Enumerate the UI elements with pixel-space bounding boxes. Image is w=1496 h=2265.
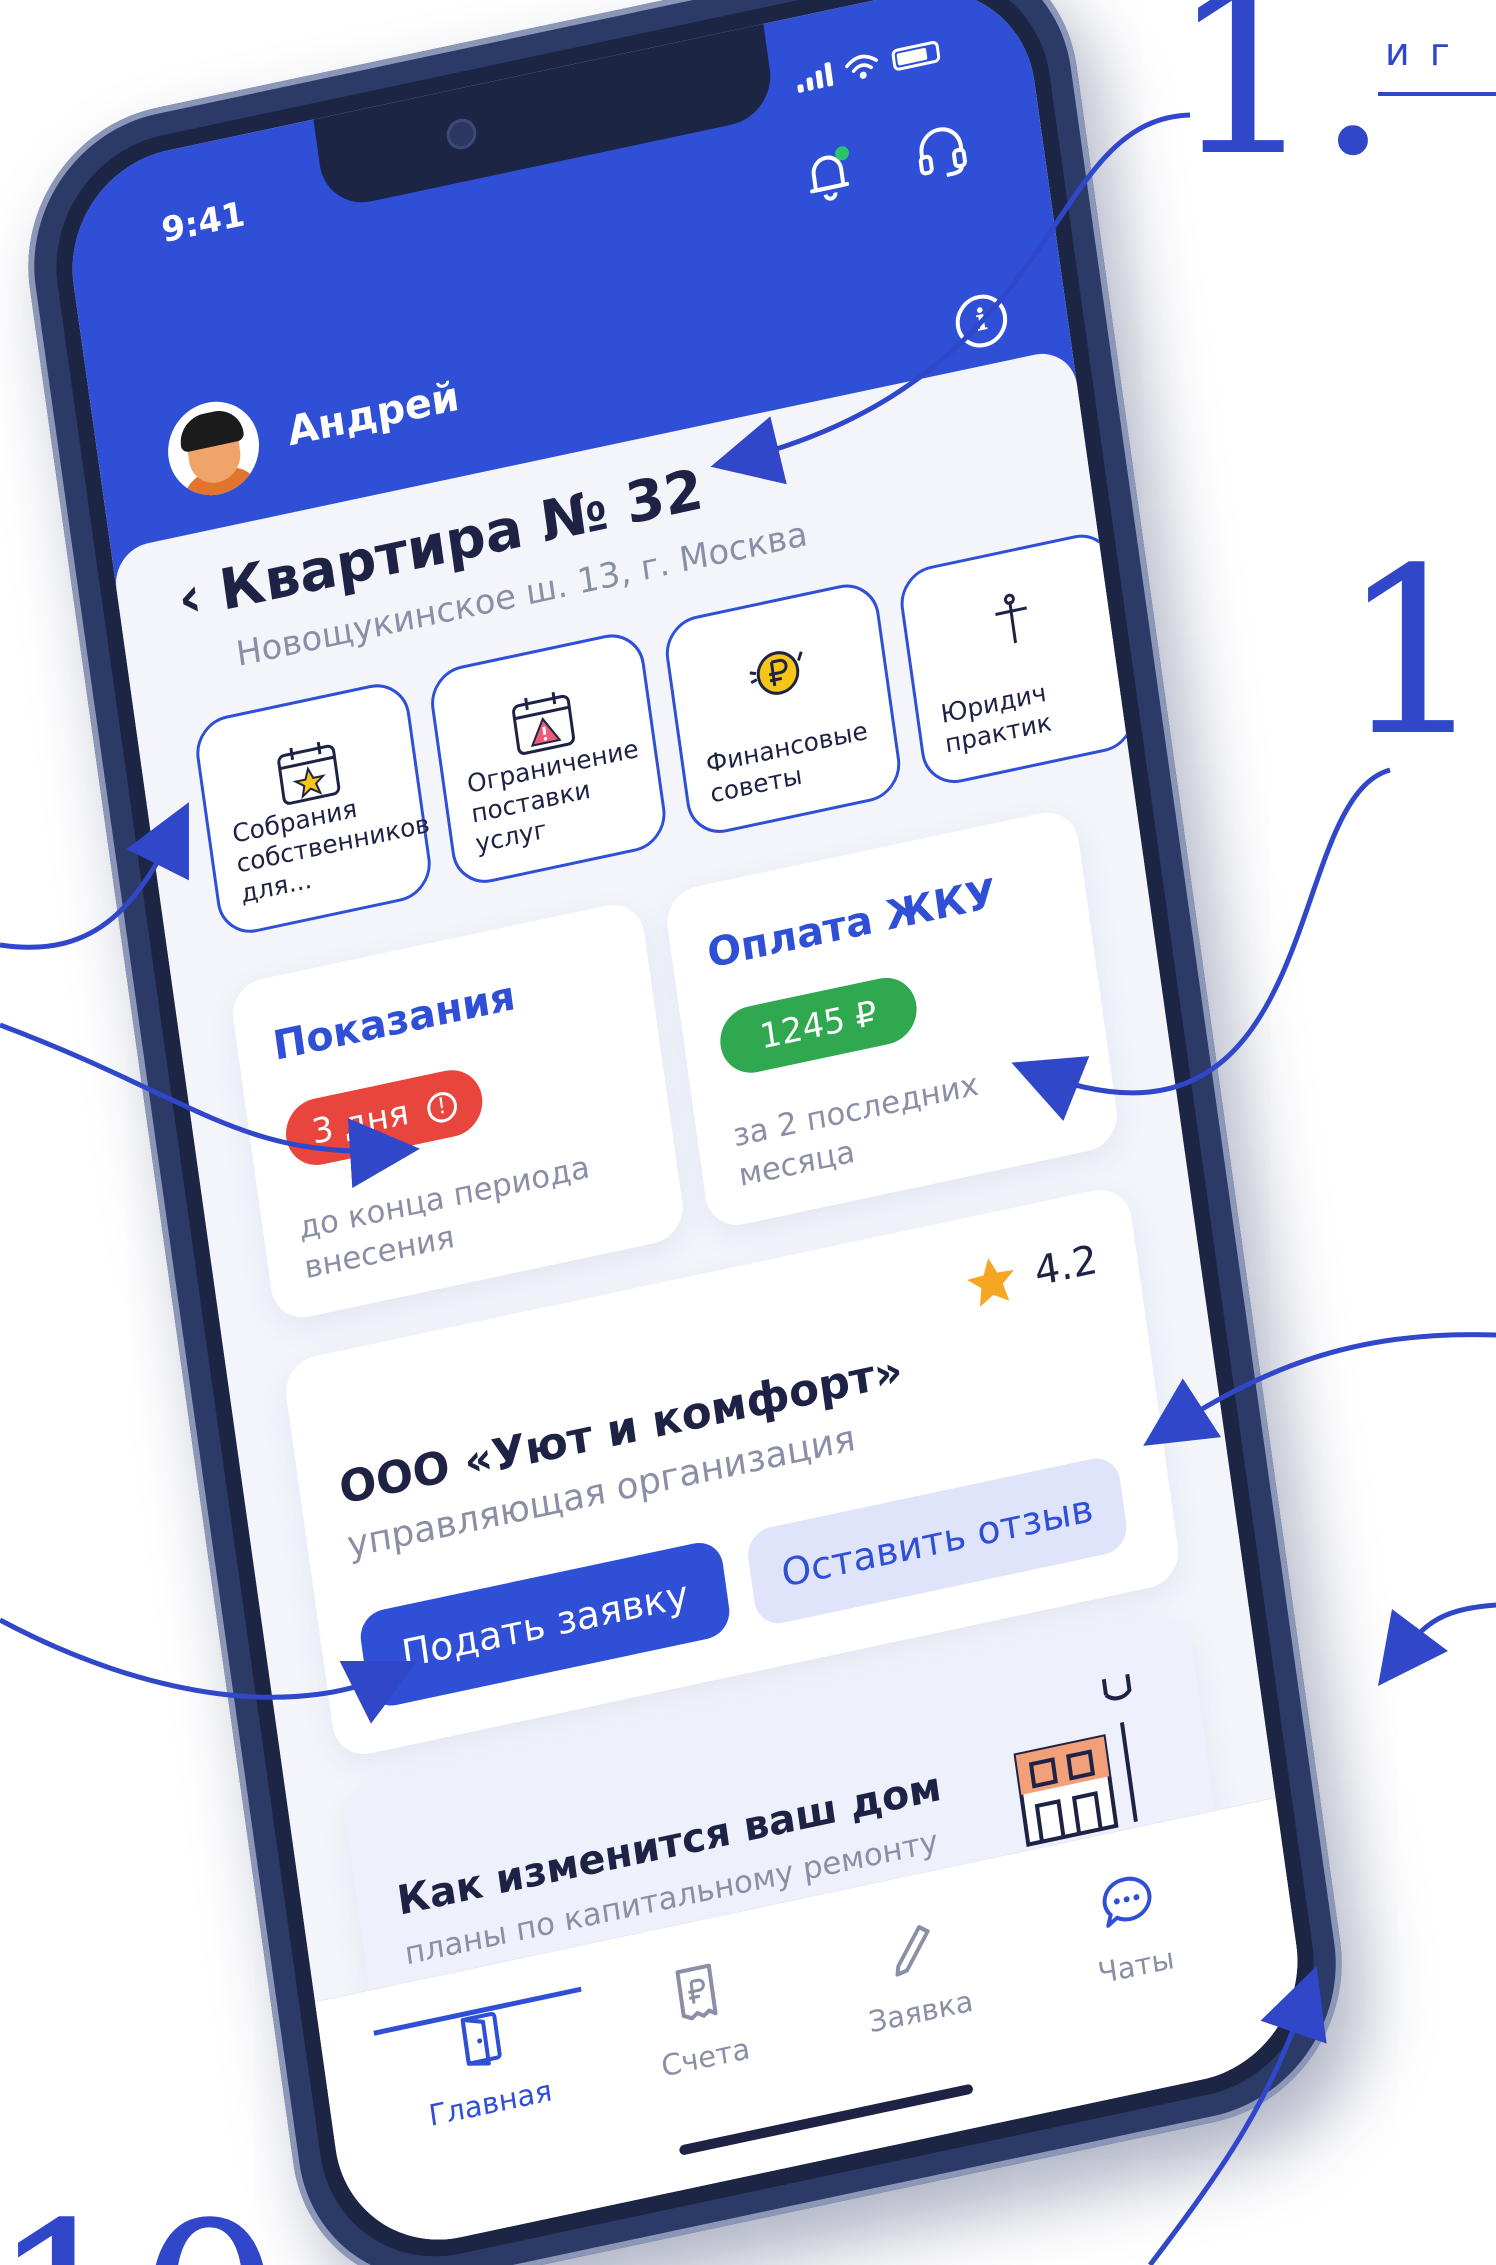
tab-bills[interactable]: Счета: [604, 1944, 796, 2093]
annotation-marker-1-text: и г: [1385, 30, 1454, 74]
category-label: Финансовые советы: [704, 715, 870, 809]
annotation-marker-bottom: 10: [0, 2175, 283, 2265]
user-name: Андрей: [284, 373, 462, 456]
tab-home[interactable]: Главная: [373, 1986, 582, 2139]
category-label: Собрания собственников для...: [230, 793, 432, 909]
support-button[interactable]: [906, 113, 978, 190]
annotation-marker-10: 10: [1340, 520, 1496, 787]
tab-label: Счета: [659, 2031, 752, 2084]
app-screen: 9:41 Андрей i ‹ Квартира № 32 Новощукинс…: [58, 0, 1312, 2261]
annotation-underline: [1378, 92, 1496, 96]
category-card-finance-tips[interactable]: Финансовые советы: [661, 577, 905, 840]
category-card-meetings[interactable]: Собрания собственников для...: [191, 677, 436, 940]
tab-label: Заявка: [866, 1983, 976, 2040]
annotation-marker-1: 1.: [1170, 0, 1390, 207]
ruble-coin-icon: [749, 651, 803, 695]
arrow-banner: [1378, 1602, 1496, 1687]
readings-subtitle: до конца периода внесения: [296, 1149, 592, 1287]
tab-request[interactable]: Заявка: [820, 1899, 1012, 2048]
category-label: Юридич практик: [938, 677, 1054, 759]
alert-icon: !: [425, 1088, 459, 1125]
headset-icon: [918, 127, 967, 178]
pencil-icon: [895, 1925, 930, 1977]
category-label: Ограничение поставки услуг: [465, 733, 641, 859]
phone-mockup: 9:41 Андрей i ‹ Квартира № 32 Новощукинс…: [8, 0, 1362, 2265]
deadline-badge-label: 3 дня: [309, 1092, 412, 1153]
star-icon: [967, 1258, 1015, 1307]
payment-subtitle: за 2 последних месяца: [730, 1066, 981, 1194]
receipt-icon: [675, 1963, 718, 2021]
camera: [444, 116, 479, 153]
rating-value: 4.2: [1031, 1236, 1101, 1296]
payment-title: Оплата ЖКУ: [704, 870, 1000, 978]
leave-review-button[interactable]: Оставить отзыв: [744, 1453, 1130, 1629]
avatar: [162, 393, 265, 504]
category-card-supply-limits[interactable]: Ограничение поставки услуг: [426, 627, 671, 890]
submit-request-button[interactable]: Подать заявку: [357, 1538, 733, 1711]
promo-canvas: 1. и г 10 10 9:41: [0, 0, 1496, 2265]
chat-icon: [1102, 1876, 1152, 1928]
readings-card[interactable]: Показания 3 дня ! до конца периода внесе…: [228, 898, 687, 1324]
deadline-badge: 3 дня !: [281, 1064, 487, 1172]
payment-amount-badge: 1245 ₽: [716, 971, 921, 1079]
legal-icon: [995, 593, 1027, 644]
tab-label: Главная: [426, 2073, 555, 2133]
rating: 4.2: [961, 1232, 1101, 1316]
tab-chats[interactable]: Чаты: [1035, 1853, 1227, 2002]
bell-icon: [810, 155, 850, 201]
notifications-button[interactable]: [792, 137, 864, 214]
payment-card[interactable]: Оплата ЖКУ 1245 ₽ за 2 последних месяца: [662, 806, 1122, 1232]
readings-title: Показания: [270, 972, 519, 1070]
tab-label: Чаты: [1095, 1940, 1177, 1991]
